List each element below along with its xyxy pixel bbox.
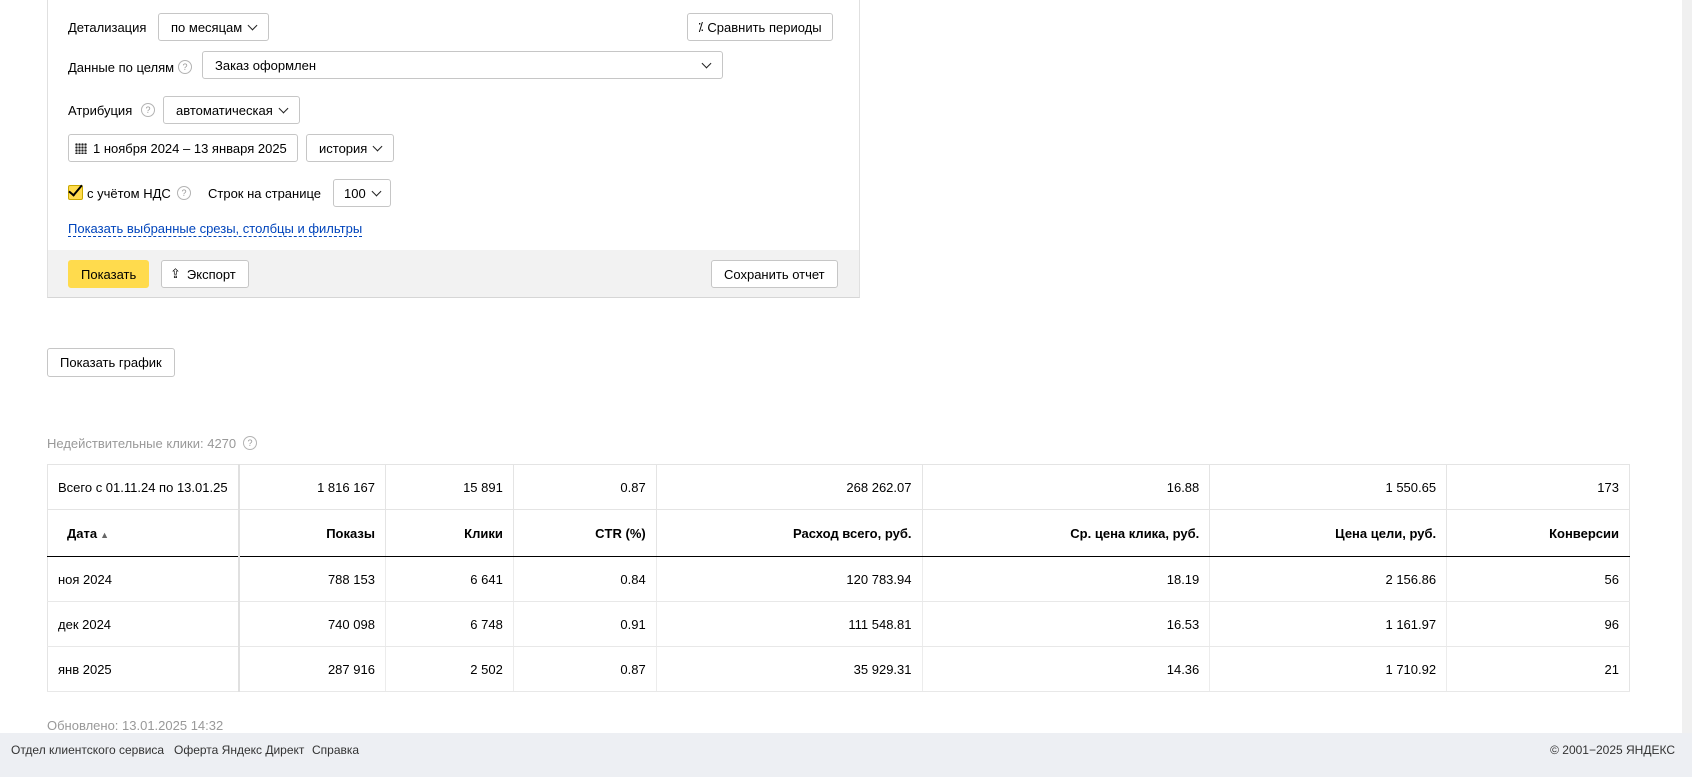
chevron-down-icon (278, 103, 289, 113)
panel-action-bar: Показать ⇪ Экспорт Сохранить отчет (48, 250, 859, 297)
footer-link-client-service[interactable]: Отдел клиентского сервиса (11, 743, 164, 757)
report-settings-panel: Детализация по месяцам ⁒ Сравнить периоды… (47, 0, 860, 298)
page-footer: Отдел клиентского сервиса Оферта Яндекс … (0, 733, 1692, 777)
goals-select[interactable]: Заказ оформлен (202, 51, 723, 79)
table-cell: 16.53 (921, 601, 1210, 647)
save-report-button[interactable]: Сохранить отчет (711, 260, 838, 288)
footer-link-help[interactable]: Справка (312, 743, 359, 757)
total-row: Всего с 01.11.24 по 13.01.25 1 816 167 1… (46, 464, 1630, 510)
table-cell: янв 2025 (46, 646, 240, 692)
column-header[interactable]: Цена цели, руб. (1209, 509, 1447, 557)
table-cell: 1 161.97 (1209, 601, 1447, 647)
rows-per-page-value: 100 (344, 185, 366, 201)
table-cell: 740 098 (238, 601, 386, 647)
vat-label: с учётом НДС (87, 186, 171, 201)
column-header[interactable]: Расход всего, руб. (655, 509, 922, 557)
detail-value: по месяцам (171, 19, 243, 35)
table-cell: 287 916 (238, 646, 386, 692)
goals-value: Заказ оформлен (215, 57, 317, 73)
chevron-down-icon (701, 58, 712, 68)
export-label: Экспорт (186, 266, 236, 282)
chevron-down-icon (371, 186, 382, 196)
report-table: Всего с 01.11.24 по 13.01.25 1 816 167 1… (46, 464, 1630, 692)
help-icon[interactable]: ? (243, 436, 257, 450)
rows-per-page-label: Строк на странице (208, 186, 322, 201)
goals-label: Данные по целям (68, 60, 175, 75)
table-cell: 0.91 (512, 601, 657, 647)
total-cell: 15 891 (384, 464, 514, 510)
attribution-value: автоматическая (176, 102, 273, 118)
compare-periods-button[interactable]: ⁒ Сравнить периоды (687, 13, 833, 41)
table-cell: 6 748 (384, 601, 514, 647)
table-cell: 18.19 (921, 556, 1210, 602)
updated-timestamp: Обновлено: 13.01.2025 14:32 (47, 718, 224, 733)
table-cell: 6 641 (384, 556, 514, 602)
date-range-value: 1 ноября 2024 – 13 января 2025 (93, 140, 287, 156)
show-filters-link[interactable]: Показать выбранные срезы, столбцы и филь… (68, 221, 363, 237)
total-cell: 173 (1446, 464, 1630, 510)
table-cell: 96 (1446, 601, 1630, 647)
footer-link-offer[interactable]: Оферта Яндекс Директ (174, 743, 304, 757)
table-row: дек 2024 740 098 6 748 0.91 111 548.81 1… (46, 601, 1630, 647)
checkmark-icon (68, 181, 83, 197)
table-row: янв 2025 287 916 2 502 0.87 35 929.31 14… (46, 646, 1630, 692)
compare-periods-label: Сравнить периоды (707, 19, 822, 35)
detail-label: Детализация (68, 20, 147, 35)
column-header-label: Дата (67, 525, 98, 541)
table-cell: 0.84 (512, 556, 657, 602)
show-button[interactable]: Показать (68, 260, 150, 288)
show-chart-button[interactable]: Показать график (47, 348, 175, 377)
table-cell: 0.87 (512, 646, 657, 692)
total-cell: 16.88 (921, 464, 1211, 510)
total-cell: 1 550.65 (1209, 464, 1448, 510)
table-cell: 788 153 (238, 556, 386, 602)
table-cell: 1 710.92 (1209, 646, 1447, 692)
column-header[interactable]: Конверсии (1446, 509, 1630, 557)
table-cell: 2 156.86 (1209, 556, 1447, 602)
help-icon[interactable]: ? (178, 60, 192, 74)
column-header[interactable]: Показы (238, 509, 386, 557)
page-scrollbar[interactable] (1682, 0, 1692, 733)
attribution-label: Атрибуция (68, 103, 133, 118)
sort-ascending-icon: ▲ (100, 529, 110, 540)
footer-copyright: © 2001−2025 ЯНДЕКС (1550, 743, 1675, 757)
table-cell: 111 548.81 (655, 601, 922, 647)
table-cell: 2 502 (384, 646, 514, 692)
vat-checkbox[interactable] (68, 181, 83, 200)
table-cell: ноя 2024 (46, 556, 240, 602)
table-cell: 56 (1446, 556, 1630, 602)
help-icon[interactable]: ? (141, 103, 155, 117)
table-cell: 21 (1446, 646, 1630, 692)
total-cell: 0.87 (512, 464, 657, 510)
total-cell: 268 262.07 (655, 464, 923, 510)
total-cell: Всего с 01.11.24 по 13.01.25 (46, 464, 240, 510)
table-cell: 35 929.31 (655, 646, 922, 692)
calendar-icon (75, 142, 87, 154)
export-button[interactable]: ⇪ Экспорт (161, 260, 249, 288)
column-header[interactable]: Клики (384, 509, 514, 557)
table-header-row: Дата ▲ Показы Клики CTR (%) Расход всего,… (46, 509, 1630, 557)
table-row: ноя 2024 788 153 6 641 0.84 120 783.94 1… (46, 556, 1630, 602)
table-cell: 14.36 (921, 646, 1210, 692)
total-cell: 1 816 167 (238, 464, 386, 510)
rows-per-page-select[interactable]: 100 (333, 179, 391, 207)
invalid-clicks-text: Недействительные клики: 4270 (47, 436, 237, 451)
percent-compare-icon: ⁒ (698, 20, 704, 34)
column-header[interactable]: CTR (%) (512, 509, 657, 557)
table-cell: 120 783.94 (655, 556, 922, 602)
chevron-down-icon (372, 141, 383, 151)
history-select[interactable]: история (306, 134, 395, 162)
chevron-down-icon (247, 20, 258, 30)
detail-select[interactable]: по месяцам (158, 13, 270, 41)
attribution-select[interactable]: автоматическая (163, 96, 300, 124)
help-icon[interactable]: ? (177, 186, 191, 200)
table-cell: дек 2024 (46, 601, 240, 647)
upload-icon: ⇪ (170, 266, 181, 281)
date-range-picker[interactable]: 1 ноября 2024 – 13 января 2025 (68, 134, 298, 162)
history-value: история (319, 140, 368, 156)
column-header[interactable]: Ср. цена клика, руб. (921, 509, 1210, 557)
column-header-date[interactable]: Дата ▲ (46, 509, 240, 557)
